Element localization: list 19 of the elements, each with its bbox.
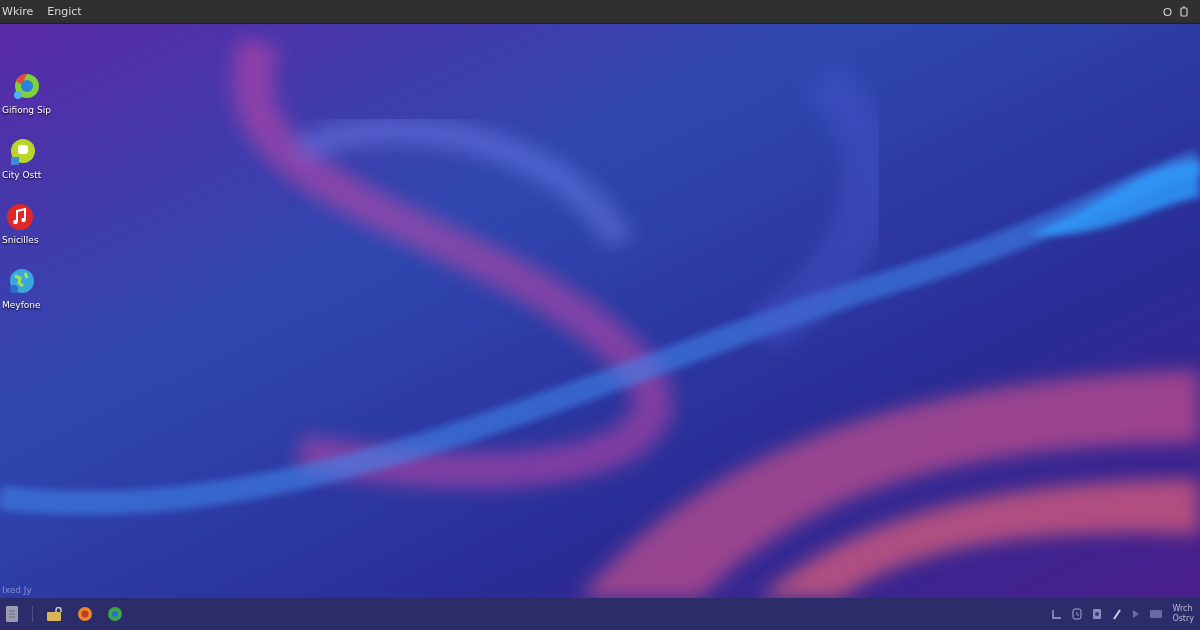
desktop-icon-label[interactable]: Gifiong Sip [2, 105, 51, 115]
menu-item[interactable]: Engict [47, 5, 82, 18]
folder-lock-icon[interactable] [47, 607, 63, 621]
pen-icon[interactable] [1112, 608, 1123, 620]
battery-icon[interactable] [1180, 6, 1188, 17]
browser-icon[interactable] [77, 606, 93, 622]
desktop-caption: Ixed Jy [2, 585, 33, 595]
desktop-icon-label[interactable]: City Ostt [2, 170, 42, 180]
desktop-icon-label[interactable]: Meyfone [2, 300, 41, 310]
menu-item[interactable]: Wkire [2, 5, 34, 18]
clock[interactable]: Wrch Ostry [1172, 604, 1194, 624]
browser-icon[interactable] [107, 606, 123, 622]
desktop-icon-label[interactable]: Snicilles [2, 235, 39, 245]
app-icon[interactable] [12, 72, 41, 102]
clock-icon[interactable] [1072, 608, 1083, 620]
keyboard-icon[interactable] [1150, 610, 1163, 618]
play-icon[interactable] [1132, 609, 1141, 619]
music-note-icon[interactable] [6, 202, 35, 232]
power-icon[interactable] [1163, 6, 1172, 17]
